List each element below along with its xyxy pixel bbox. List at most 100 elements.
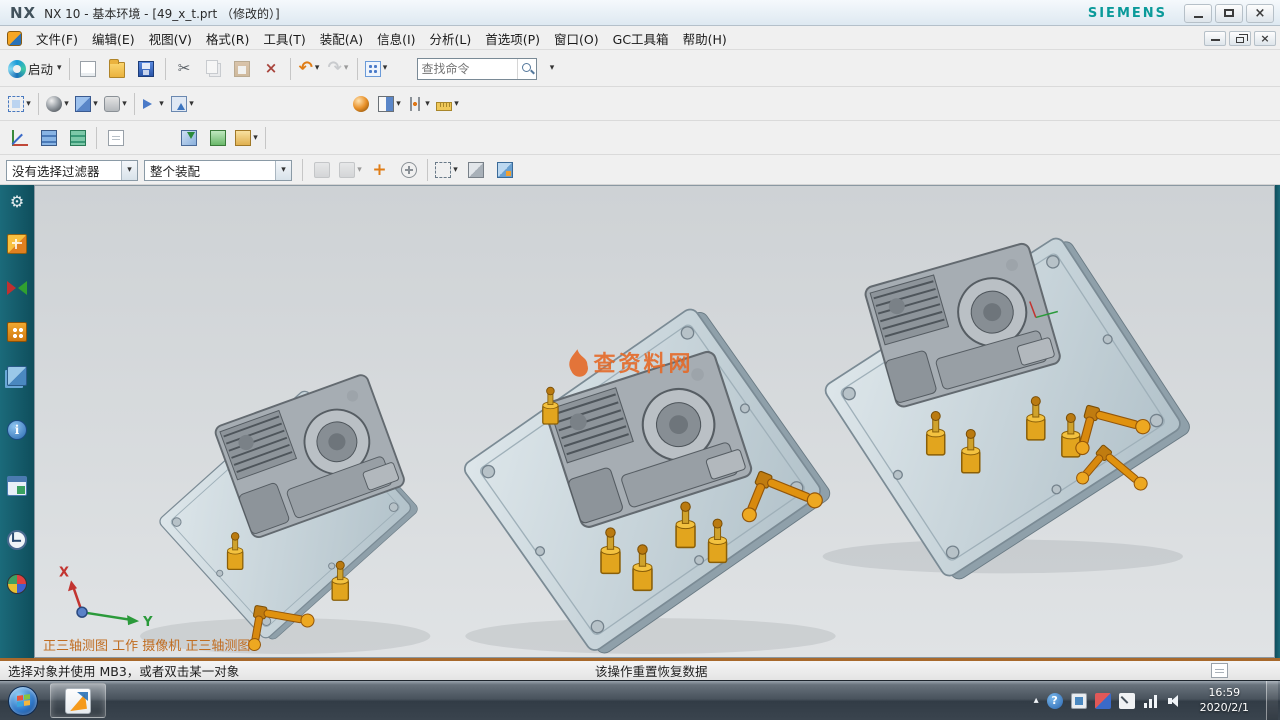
chevron-down-icon[interactable]: ▾ — [64, 100, 69, 109]
show-desktop-button[interactable] — [1266, 681, 1278, 720]
extrude-button[interactable] — [204, 125, 231, 152]
network-icon[interactable] — [1143, 693, 1159, 709]
visualization-button[interactable]: ▾ — [376, 91, 403, 118]
copy-button[interactable] — [200, 55, 227, 82]
chevron-down-icon[interactable]: ▾ — [357, 166, 362, 175]
minimize-button[interactable] — [1184, 4, 1212, 23]
show-hide-button[interactable]: ▾ — [140, 91, 167, 118]
graphics-window[interactable]: 查资料网 Y X 正三轴测图 工作 摄像机 正三轴测图 — [34, 185, 1275, 658]
chevron-down-icon[interactable]: ▾ — [253, 134, 258, 143]
snap-circle-button[interactable] — [395, 157, 422, 184]
undo-dropdown-icon[interactable]: ▾ — [315, 64, 320, 73]
menu-tools[interactable]: 工具(T) — [256, 25, 312, 52]
find-command-box — [417, 58, 537, 80]
gear-icon[interactable]: ⚙ — [10, 194, 24, 210]
sheet-button[interactable] — [102, 125, 129, 152]
touch-mode-dropdown-icon[interactable]: ▾ — [383, 64, 388, 73]
action-center-icon[interactable] — [1095, 693, 1111, 709]
render-style-button[interactable]: ▾ — [44, 91, 71, 118]
maximize-button[interactable] — [1215, 4, 1243, 23]
mdi-minimize-button[interactable] — [1204, 31, 1226, 46]
component-select-button[interactable] — [491, 157, 518, 184]
help-tray-icon[interactable]: ? — [1047, 693, 1063, 709]
assembly-navigator-icon[interactable] — [7, 234, 27, 254]
history-icon[interactable] — [7, 530, 27, 550]
menu-preferences[interactable]: 首选项(P) — [478, 25, 547, 52]
menu-window[interactable]: 窗口(O) — [547, 25, 606, 52]
tray-expand-icon[interactable]: ▴ — [1034, 696, 1039, 706]
reuse-library-icon[interactable] — [7, 366, 27, 386]
fit-window-button[interactable]: ▾ — [6, 91, 33, 118]
menu-format[interactable]: 格式(R) — [199, 25, 256, 52]
snap-point-button[interactable]: ▾ — [405, 91, 432, 118]
chevron-down-icon[interactable]: ▾ — [396, 100, 401, 109]
edit-object-display-button[interactable] — [347, 91, 374, 118]
volume-icon[interactable] — [1167, 693, 1183, 709]
viewport-canvas[interactable]: 查资料网 Y X 正三轴测图 工作 摄像机 正三轴测图 — [35, 186, 1274, 657]
window-style-button[interactable]: ▾ — [102, 91, 129, 118]
synchronous-modeling-button[interactable] — [175, 125, 202, 152]
menu-help[interactable]: 帮助(H) — [676, 25, 734, 52]
view-in-layer-button[interactable] — [64, 125, 91, 152]
open-button[interactable] — [104, 55, 131, 82]
immediate-hide-button[interactable]: ▾ — [169, 91, 196, 118]
menu-information[interactable]: 信息(I) — [370, 25, 422, 52]
part-navigator-icon[interactable] — [7, 322, 27, 342]
find-options-dropdown[interactable]: ▾ — [538, 55, 565, 82]
taskbar-nx-button[interactable] — [50, 683, 106, 718]
mdi-restore-button[interactable] — [1229, 31, 1251, 46]
measure-button[interactable]: ▾ — [434, 91, 461, 118]
chevron-down-icon: ▾ — [121, 161, 137, 180]
internet-explorer-icon[interactable]: i — [7, 420, 27, 440]
selection-scope-dropdown[interactable]: 整个装配 ▾ — [144, 160, 292, 181]
close-button[interactable]: × — [1246, 4, 1274, 23]
cut-button[interactable]: ✂ — [171, 55, 198, 82]
touch-mode-button[interactable]: ▾ — [363, 55, 390, 82]
new-button[interactable] — [75, 55, 102, 82]
constraint-navigator-icon[interactable] — [7, 278, 27, 298]
window-navigator-icon[interactable] — [7, 476, 27, 496]
redo-button[interactable]: ↷▾ — [325, 55, 352, 82]
layer-settings-button[interactable] — [35, 125, 62, 152]
redo-dropdown-icon[interactable]: ▾ — [344, 64, 349, 73]
snap-enable-button[interactable]: + — [366, 157, 393, 184]
start-menu-button[interactable]: 启动 ▾ — [6, 55, 64, 82]
chevron-down-icon[interactable]: ▾ — [189, 100, 194, 109]
menu-file[interactable]: 文件(F) — [29, 25, 85, 52]
chevron-down-icon[interactable]: ▾ — [453, 166, 458, 175]
menu-assemblies[interactable]: 装配(A) — [313, 25, 370, 52]
edit-feature-button[interactable]: ▾ — [233, 125, 260, 152]
orient-view-button[interactable]: ▾ — [73, 91, 100, 118]
chevron-down-icon[interactable]: ▾ — [122, 100, 127, 109]
chevron-down-icon[interactable]: ▾ — [26, 100, 31, 109]
datum-csys-button[interactable] — [6, 125, 33, 152]
selection-filter-dropdown[interactable]: 没有选择过滤器 ▾ — [6, 160, 138, 181]
menu-analysis[interactable]: 分析(L) — [423, 25, 479, 52]
system-menu-icon[interactable] — [7, 31, 22, 46]
selection-intent-button[interactable]: ▾ — [337, 157, 364, 184]
status-note-icon[interactable] — [1211, 663, 1228, 678]
roles-icon[interactable] — [7, 574, 27, 594]
input-method-icon[interactable] — [1119, 693, 1135, 709]
display-tray-icon[interactable] — [1071, 693, 1087, 709]
half-shade-icon — [378, 96, 394, 112]
menu-view[interactable]: 视图(V) — [142, 25, 199, 52]
top-level-only-button[interactable] — [462, 157, 489, 184]
undo-button[interactable]: ↶▾ — [296, 55, 323, 82]
chevron-down-icon[interactable]: ▾ — [454, 100, 459, 109]
paste-button[interactable] — [229, 55, 256, 82]
save-button[interactable] — [133, 55, 160, 82]
delete-button[interactable]: × — [258, 55, 285, 82]
mdi-close-button[interactable]: × — [1254, 31, 1276, 46]
start-button[interactable] — [8, 686, 38, 716]
marquee-select-button[interactable]: ▾ — [433, 157, 460, 184]
highlight-related-button[interactable] — [308, 157, 335, 184]
chevron-down-icon[interactable]: ▾ — [159, 100, 164, 109]
menu-gc-toolbox[interactable]: GC工具箱 — [606, 25, 676, 52]
chevron-down-icon[interactable]: ▾ — [425, 100, 430, 109]
taskbar-clock[interactable]: 16:59 2020/2/1 — [1191, 686, 1258, 715]
search-icon[interactable] — [517, 59, 536, 79]
find-command-input[interactable] — [418, 62, 517, 76]
menu-edit[interactable]: 编辑(E) — [85, 25, 142, 52]
chevron-down-icon[interactable]: ▾ — [93, 100, 98, 109]
